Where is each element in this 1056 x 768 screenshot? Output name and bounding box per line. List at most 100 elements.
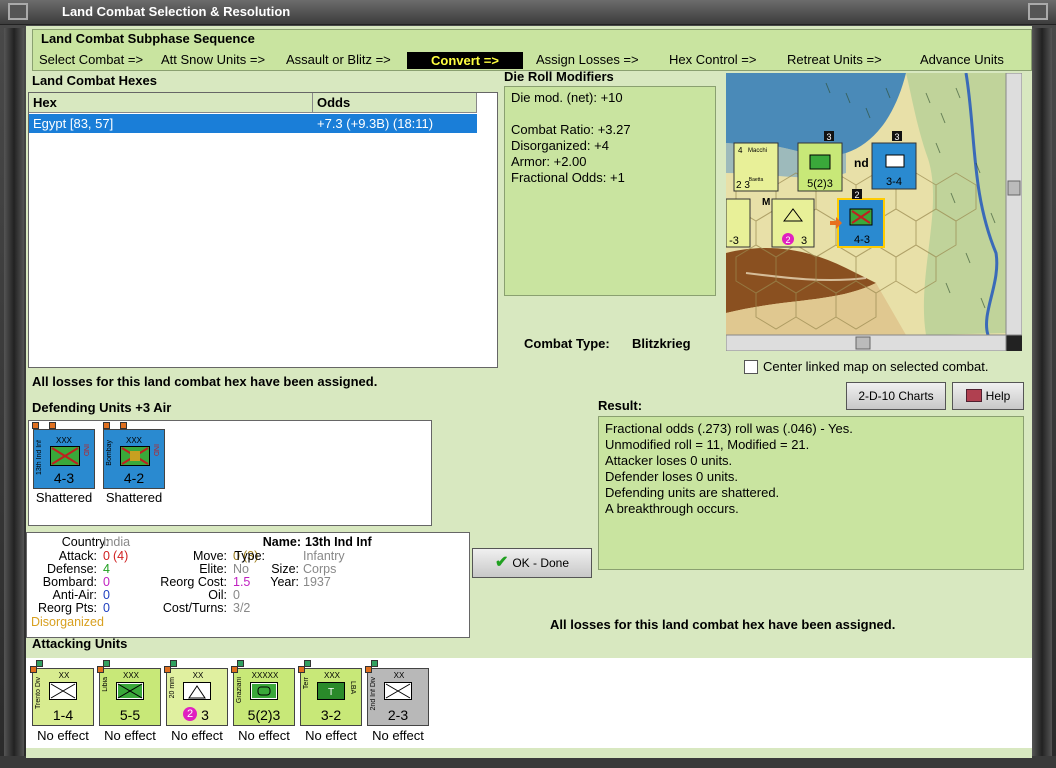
blue-strength: 3-4 [886,176,902,188]
defending-unit-bombay[interactable]: XXX IND Bombay 4-2 [103,429,165,489]
unit-size: XXX [56,436,73,445]
attacking-unit[interactable]: XX 2nd Inf Div 2-3 [367,668,429,726]
modifier-line: Armor: +2.00 [511,154,587,169]
name-value: 13th Ind Inf [305,535,372,549]
unit-strength: 4-2 [123,470,145,486]
unit-badge: 2 [183,707,197,721]
result-line: Defending units are shattered. [605,485,780,500]
center-map-checkbox[interactable] [744,360,758,374]
phase-select-combat: Select Combat => [39,52,144,67]
blue-stack: 3 [894,132,899,142]
column-hex[interactable]: Hex [29,93,313,113]
linked-map[interactable]: 4 Baetta Macchi 2 3 3 5(2)3 3 3-4 2 3 2 … [725,72,1023,352]
window-menu-icon[interactable] [8,3,28,20]
bombard-key: Bombard: [42,575,97,589]
map-counter-left-partial[interactable]: -3 [725,198,751,248]
left-partial-strength: -3 [729,235,739,247]
close-icon[interactable] [1028,3,1048,20]
phase-retreat-units: Retreat Units => [787,52,882,67]
unit-size: XXX [323,671,340,680]
phase-advance-units: Advance Units [920,52,1004,67]
unit-status: No effect [305,728,357,743]
attacking-unit[interactable]: XX Trento Div 1-4 [32,668,94,726]
attacking-unit[interactable]: XX 20 mm 3 2 [166,668,228,726]
svg-text:Macchi: Macchi [748,148,767,154]
macchi-values: 2 3 [736,180,750,191]
help-button[interactable]: Help [952,382,1024,410]
modifiers-title: Die Roll Modifiers [504,69,614,84]
modifier-line: Combat Ratio: +3.27 [511,122,631,137]
title-bar: Land Combat Selection & Resolution [0,0,1056,25]
oil-key: Oil: [208,588,227,602]
map-counter-20mm[interactable]: 2 3 [771,198,815,248]
type-key: Type: [234,549,265,563]
result-title: Result: [598,398,643,413]
costturns-value: 3/2 [233,601,251,615]
help-book-icon [965,389,982,402]
map-letter-m: M [762,197,770,208]
unit-size: XX [58,671,70,680]
13th-stack: 2 [854,190,859,200]
antiair-value: 0 [103,588,110,602]
unit-name: 20 mm [169,677,176,699]
infantry-symbol-icon [116,682,144,700]
help-label: Help [985,389,1011,403]
name-key: Name: [262,535,301,549]
right-frame [1032,28,1052,758]
unit-name: Terr [303,677,310,690]
infantry-symbol-icon [49,682,77,700]
unit-name: Libia [102,677,109,692]
hq-symbol-icon [250,682,278,700]
ok-done-label: OK - Done [512,556,570,570]
left-frame [4,28,24,758]
phase-att-snow-units: Att Snow Units => [161,52,266,67]
result-line: Defender loses 0 units. [605,469,738,484]
unit-tag: IND [152,444,159,457]
content-area: Land Combat Subphase Sequence Select Com… [26,26,1032,758]
defending-units-panel: XXX IND 13th Ind Inf 4-3 Shattered XXX I… [28,420,432,526]
attack-key: Attack: [58,549,97,563]
map-counter-macchi[interactable]: 4 Baetta Macchi 2 3 [733,142,779,192]
oil-value: 0 [233,588,240,602]
graziani-stack: 3 [826,132,831,142]
result-line: Fractional odds (.273) roll was (.046) -… [605,421,853,436]
combat-type-value: Blitzkrieg [632,336,691,351]
unit-size: XXXXX [251,671,279,680]
center-map-label: Center linked map on selected combat. [763,359,989,374]
hex-cell-selected[interactable]: Egypt [83, 57] [29,114,313,133]
defending-title: Defending Units +3 Air [32,400,172,415]
unit-name: Graziani [236,677,243,704]
attacking-unit[interactable]: XXX T Terr 3-2 LBA [300,668,362,726]
phase-assault-or-blitz: Assault or Blitz => [286,52,391,67]
country-key: Country: [61,535,109,549]
column-odds[interactable]: Odds [313,93,477,113]
modifiers-panel: Die mod. (net): +10 Combat Ratio: +3.27 … [504,86,716,296]
elite-key: Elite: [199,562,227,576]
unit-status: No effect [37,728,89,743]
map-canvas[interactable]: 4 Baetta Macchi 2 3 3 5(2)3 3 3-4 2 3 2 … [725,72,1023,352]
defending-unit-13th-ind[interactable]: XXX IND 13th Ind Inf 4-3 [33,429,95,489]
unit-size: XXX [126,436,143,445]
unit-info-panel: Country: India Attack: 0 (4) Defense: 4 … [26,532,470,638]
type-value: Infantry [303,549,345,563]
year-value: 1937 [303,575,331,589]
unit-name: Trento Div [35,677,42,710]
defense-value: 4 [103,562,110,576]
ok-done-button[interactable]: ✔ OK - Done [472,548,592,578]
defense-key: Defense: [46,562,97,576]
attacking-unit[interactable]: XXX Libia 5-5 [99,668,161,726]
unit-status: No effect [104,728,156,743]
charts-button[interactable]: 2-D-10 Charts [846,382,946,410]
reorgcost-key: Reorg Cost: [160,575,227,589]
map-letter-nd: nd [854,156,869,170]
graziani-strength: 5(2)3 [807,178,833,190]
attack-value-2: (4) [113,549,129,563]
svg-text:Baetta: Baetta [749,177,764,183]
odds-cell-selected[interactable]: +7.3 (+9.3B) (18:11) [313,114,477,133]
year-key: Year: [270,575,299,589]
unit-strength: 4-3 [53,470,75,486]
hexes-title: Land Combat Hexes [32,73,157,88]
modifier-line: Disorganized: +4 [511,138,609,153]
attacking-unit[interactable]: XXXXX Graziani 5(2)3 [233,668,295,726]
attacking-title: Attacking Units [32,636,128,651]
